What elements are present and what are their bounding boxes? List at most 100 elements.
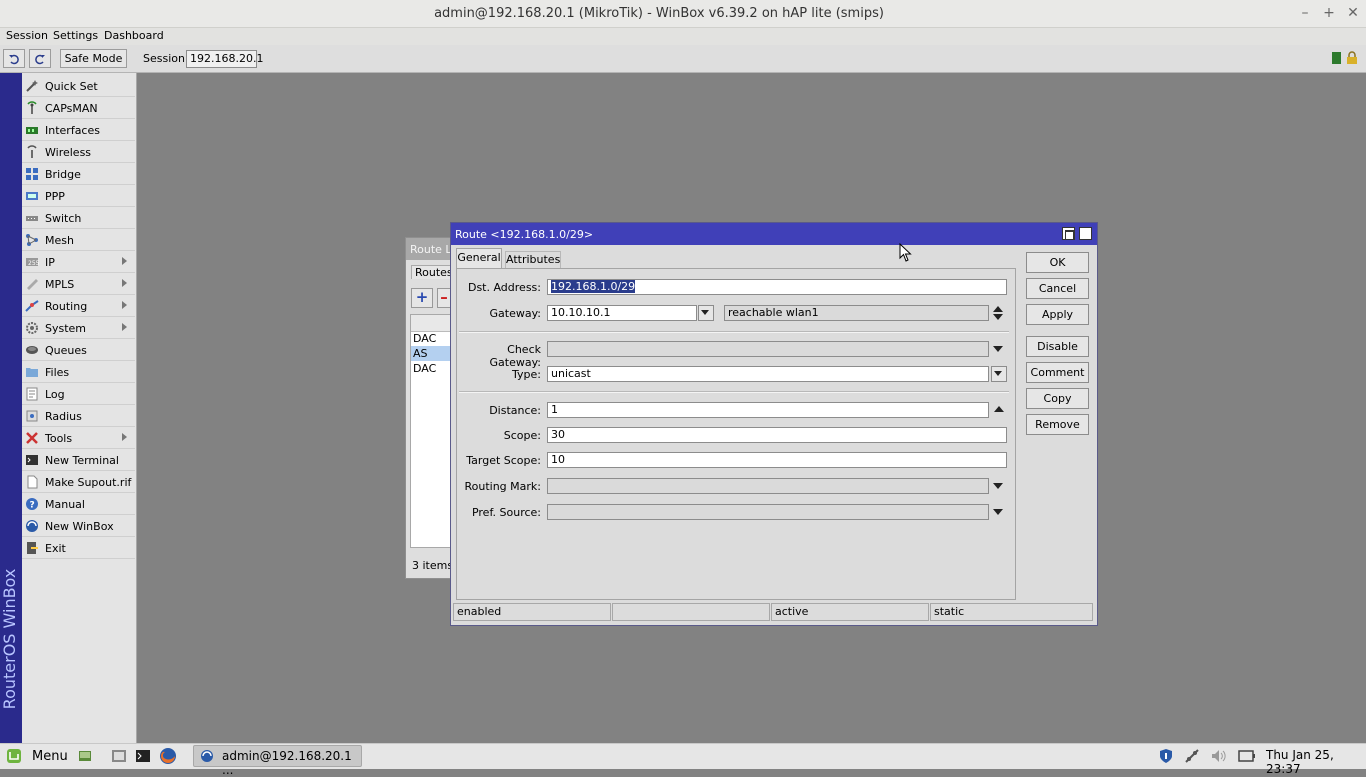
volume-icon[interactable]: [1210, 748, 1228, 764]
document-icon: [27, 475, 38, 489]
window-titlebar: admin@192.168.20.1 (MikroTik) - WinBox v…: [0, 0, 1366, 28]
chevron-down-icon[interactable]: [993, 346, 1003, 352]
pref-source-select[interactable]: [547, 504, 989, 520]
chevron-down-icon[interactable]: [993, 509, 1003, 515]
route-dialog[interactable]: Route <192.168.1.0/29> ✕ General Attribu…: [450, 222, 1098, 626]
target-scope-input[interactable]: 10: [547, 452, 1007, 468]
chevron-down-icon: [994, 371, 1002, 376]
shield-icon[interactable]: [1158, 748, 1174, 764]
svg-text:?: ?: [30, 501, 35, 511]
sidebar-item-quick-set[interactable]: Quick Set: [22, 76, 135, 97]
tab-general[interactable]: General: [456, 248, 502, 268]
redo-button[interactable]: [29, 49, 51, 68]
sidebar-item-make-supout[interactable]: Make Supout.rif: [22, 472, 135, 493]
gateway-input[interactable]: 10.10.10.1: [547, 305, 697, 321]
sidebar-item-mesh[interactable]: Mesh: [22, 230, 135, 251]
cancel-button[interactable]: Cancel: [1026, 278, 1089, 299]
undo-button[interactable]: [3, 49, 25, 68]
lock-icon: [1347, 51, 1357, 64]
dst-address-input[interactable]: 192.168.1.0/29: [547, 279, 1007, 295]
distance-input[interactable]: 1: [547, 402, 989, 418]
ip-icon: 255: [26, 258, 39, 267]
minimize-icon[interactable]: –: [1296, 4, 1314, 22]
menu-session[interactable]: Session: [6, 29, 48, 42]
sidebar-item-exit[interactable]: Exit: [22, 538, 135, 559]
sidebar-item-routing[interactable]: Routing: [22, 296, 135, 317]
maximize-icon[interactable]: +: [1320, 4, 1338, 22]
close-icon[interactable]: ✕: [1344, 4, 1362, 22]
menubar: Session Settings Dashboard: [0, 28, 1366, 45]
check-gateway-label: Check Gateway:: [489, 343, 542, 369]
copy-button[interactable]: Copy: [1026, 388, 1089, 409]
close-dialog-button[interactable]: ✕: [1079, 227, 1092, 240]
files-launcher-icon[interactable]: [111, 748, 127, 764]
chevron-down-icon: [701, 310, 709, 315]
disable-button[interactable]: Disable: [1026, 336, 1089, 357]
show-desktop-icon[interactable]: [78, 749, 92, 763]
session-field[interactable]: 192.168.20.1: [186, 50, 263, 68]
terminal-icon: [26, 455, 38, 465]
sidebar-item-capsman[interactable]: CAPsMAN: [22, 98, 135, 119]
winbox-icon: [26, 520, 38, 532]
network-icon[interactable]: [1184, 748, 1200, 764]
status-enabled: enabled: [453, 603, 611, 621]
sidebar-item-mpls[interactable]: MPLS: [22, 274, 135, 295]
chevron-up-icon[interactable]: [994, 406, 1004, 412]
comment-button[interactable]: Comment: [1026, 362, 1089, 383]
chevron-down-icon[interactable]: [993, 483, 1003, 489]
remove-route-button[interactable]: –: [437, 288, 451, 308]
target-scope-label: Target Scope:: [466, 454, 541, 467]
gateway-add-remove-icon[interactable]: [992, 305, 1004, 321]
menu-settings[interactable]: Settings: [53, 29, 98, 42]
close-icon: ✕: [1081, 228, 1090, 239]
tab-attributes[interactable]: Attributes: [505, 251, 561, 268]
type-dropdown-button[interactable]: [991, 366, 1007, 382]
taskbar-winbox-task[interactable]: admin@192.168.20.1 ...: [193, 745, 362, 777]
routing-mark-select[interactable]: [547, 478, 989, 494]
safe-mode-button[interactable]: Safe Mode: [60, 49, 127, 68]
status-active: active: [771, 603, 929, 621]
routing-icon: [25, 300, 39, 312]
sidebar-item-wireless[interactable]: Wireless: [22, 142, 135, 163]
redo-icon: [35, 54, 45, 65]
sidebar-item-ppp[interactable]: PPP: [22, 186, 135, 207]
gateway-dropdown-button[interactable]: [698, 305, 714, 321]
status-cell: [612, 603, 770, 621]
type-select[interactable]: unicast: [547, 366, 989, 382]
sidebar-item-files[interactable]: Files: [22, 362, 135, 383]
sidebar-item-bridge[interactable]: Bridge: [22, 164, 135, 185]
start-menu-button[interactable]: Menu: [4, 746, 72, 766]
gateway-label: Gateway:: [489, 307, 542, 320]
ok-button[interactable]: OK: [1026, 252, 1089, 273]
dst-address-label: Dst. Address:: [467, 281, 541, 294]
sidebar-item-new-winbox[interactable]: New WinBox: [22, 516, 135, 537]
remove-button[interactable]: Remove: [1026, 414, 1089, 435]
sidebar-item-ip[interactable]: 255 IP: [22, 252, 135, 273]
sidebar-item-queues[interactable]: Queues: [22, 340, 135, 361]
add-route-button[interactable]: +: [411, 288, 433, 308]
scope-label: Scope:: [503, 429, 541, 442]
route-list-title: Route Li: [410, 243, 455, 256]
apply-button[interactable]: Apply: [1026, 304, 1089, 325]
gear-icon: [26, 322, 38, 334]
sidebar-item-log[interactable]: Log: [22, 384, 135, 405]
sidebar-item-system[interactable]: System: [22, 318, 135, 339]
check-gateway-select[interactable]: [547, 341, 989, 357]
sidebar-item-switch[interactable]: Switch: [22, 208, 135, 229]
scope-input[interactable]: 30: [547, 427, 1007, 443]
sidebar-item-radius[interactable]: Radius: [22, 406, 135, 427]
window-title: admin@192.168.20.1 (MikroTik) - WinBox v…: [434, 6, 884, 21]
sidebar-item-interfaces[interactable]: Interfaces: [22, 120, 135, 141]
taskbar: Menu admin@192.168.20.1 ... Thu Jan 25, …: [0, 743, 1366, 777]
sidebar-item-manual[interactable]: ? Manual: [22, 494, 135, 515]
route-dialog-titlebar[interactable]: Route <192.168.1.0/29> ✕: [451, 223, 1097, 245]
switch-icon: [26, 216, 38, 221]
distance-label: Distance:: [489, 404, 541, 417]
battery-icon[interactable]: [1238, 749, 1256, 763]
terminal-launcher-icon[interactable]: [135, 748, 151, 764]
maximize-dialog-button[interactable]: [1062, 227, 1075, 240]
sidebar-item-new-terminal[interactable]: New Terminal: [22, 450, 135, 471]
menu-dashboard[interactable]: Dashboard: [104, 29, 164, 42]
sidebar-item-tools[interactable]: Tools: [22, 428, 135, 449]
firefox-icon[interactable]: [159, 747, 177, 765]
